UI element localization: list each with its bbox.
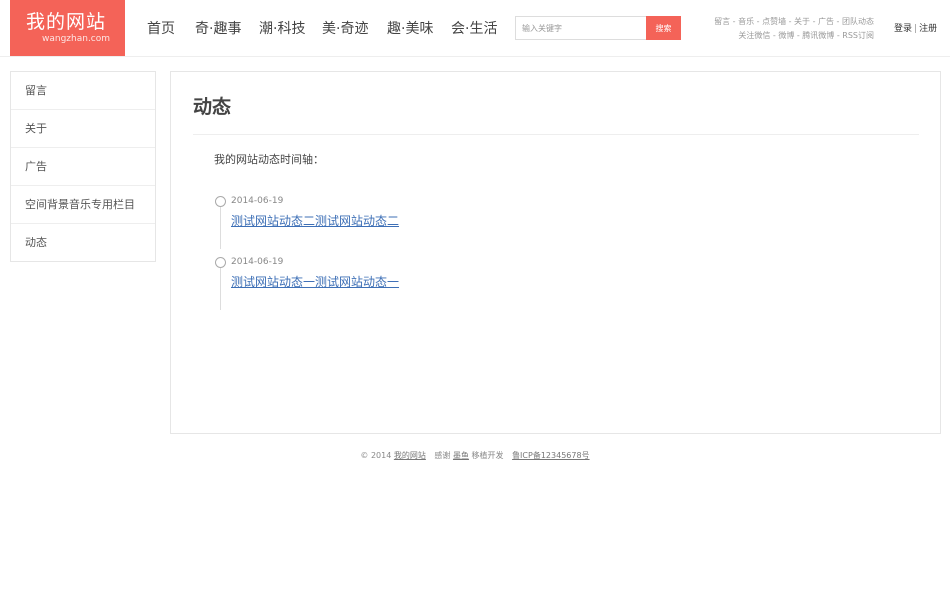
- site-logo[interactable]: 我的网站 wangzhan.com: [10, 0, 125, 56]
- timeline-item: 2014-06-19 测试网站动态一测试网站动态一: [214, 254, 614, 315]
- login-link[interactable]: 登录: [894, 24, 912, 34]
- timeline-dot-icon: [215, 257, 226, 268]
- search-input[interactable]: [515, 16, 646, 40]
- title-divider: [193, 134, 919, 135]
- site-footer: © 2014 我的网站 感谢 墨鱼 移植开发 鲁ICP备12345678号: [0, 450, 950, 462]
- footer-copyright: © 2014: [360, 451, 392, 460]
- nav-huishenghuo[interactable]: 会·生活: [451, 18, 497, 40]
- account-links: 登录 | 注册: [894, 23, 937, 35]
- timeline-item: 2014-06-19 测试网站动态二测试网站动态二: [214, 193, 614, 254]
- timeline-dot-icon: [215, 196, 226, 207]
- logo-subtitle: wangzhan.com: [42, 34, 111, 44]
- nav-qumeiwei[interactable]: 趣·美味: [387, 18, 433, 40]
- footer-icp-link[interactable]: 鲁ICP备12345678号: [512, 451, 590, 460]
- sidebar-item-ads[interactable]: 广告: [11, 148, 155, 186]
- logo-title: 我的网站: [26, 11, 107, 33]
- nav-chaokeji[interactable]: 潮·科技: [259, 18, 305, 40]
- main-panel: 动态 我的网站动态时间轴： 2014-06-19 测试网站动态二测试网站动态二 …: [170, 71, 941, 434]
- top-links-line1[interactable]: 留言 - 音乐 - 点赞墙 - 关于 - 广告 - 团队动态: [674, 15, 874, 29]
- footer-thanks-after: 移植开发: [471, 451, 504, 460]
- footer-site-link[interactable]: 我的网站: [394, 451, 426, 460]
- timeline: 2014-06-19 测试网站动态二测试网站动态二 2014-06-19 测试网…: [214, 193, 614, 315]
- timeline-link[interactable]: 测试网站动态一测试网站动态一: [231, 274, 399, 290]
- register-link[interactable]: 注册: [919, 24, 937, 34]
- timeline-line: [220, 205, 221, 249]
- sidebar-item-news[interactable]: 动态: [11, 224, 155, 261]
- account-separator: |: [914, 24, 918, 34]
- sidebar-item-music[interactable]: 空间背景音乐专用栏目: [11, 186, 155, 224]
- site-header: 我的网站 wangzhan.com 首页 奇·趣事 潮·科技 美·奇迹 趣·美味…: [0, 0, 950, 57]
- sidebar-item-liuyan[interactable]: 留言: [11, 72, 155, 110]
- timeline-date: 2014-06-19: [231, 257, 284, 267]
- timeline-line: [220, 266, 221, 310]
- sidebar-item-about[interactable]: 关于: [11, 110, 155, 148]
- page-title: 动态: [193, 96, 232, 118]
- sidebar: 留言 关于 广告 空间背景音乐专用栏目 动态: [10, 71, 156, 262]
- nav-qiqushi[interactable]: 奇·趣事: [195, 18, 241, 40]
- timeline-intro: 我的网站动态时间轴：: [214, 153, 324, 166]
- nav-home[interactable]: 首页: [147, 18, 175, 40]
- search-box: 搜索: [515, 16, 681, 40]
- timeline-link[interactable]: 测试网站动态二测试网站动态二: [231, 213, 399, 229]
- footer-thanks: 感谢: [434, 451, 451, 460]
- footer-thanks-link[interactable]: 墨鱼: [453, 451, 469, 460]
- nav-meiqiji[interactable]: 美·奇迹: [322, 18, 368, 40]
- top-links: 留言 - 音乐 - 点赞墙 - 关于 - 广告 - 团队动态 关注微信 - 微博…: [674, 15, 874, 43]
- timeline-date: 2014-06-19: [231, 196, 284, 206]
- top-links-line2[interactable]: 关注微信 - 微博 - 腾讯微博 - RSS订阅: [674, 29, 874, 43]
